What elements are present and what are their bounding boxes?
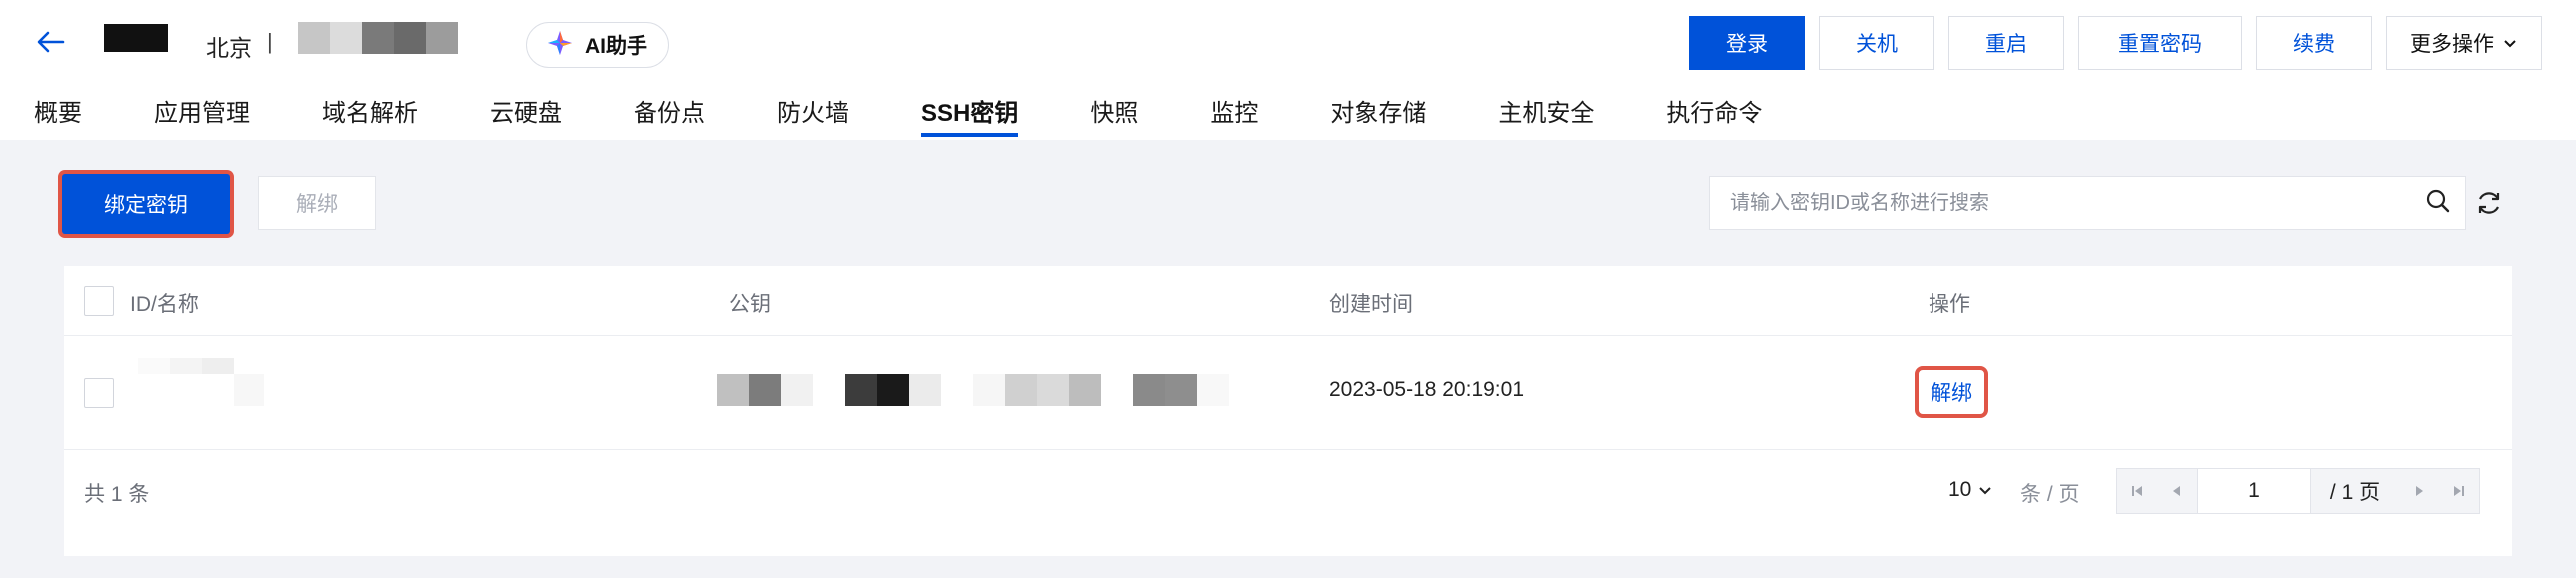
redacted-instance-name <box>104 24 168 52</box>
prev-page-icon[interactable] <box>2157 469 2197 513</box>
refresh-icon[interactable] <box>2474 188 2504 218</box>
search-icon[interactable] <box>2425 188 2451 219</box>
ssh-key-table: ID/名称 公钥 创建时间 操作 2023-05-18 20:19:01 解绑 … <box>64 266 2512 556</box>
tab-dns[interactable]: 域名解析 <box>322 96 418 140</box>
tab-host-security[interactable]: 主机安全 <box>1498 96 1594 140</box>
ai-assistant-label: AI助手 <box>585 35 647 58</box>
chevron-down-icon <box>1977 478 1993 502</box>
header: 北京 | AI助手 登录 关机 重启 重置密码 续费 更多操作 概要 应用管理 … <box>0 0 2576 140</box>
row-unbind-button[interactable]: 解绑 <box>1915 366 1988 418</box>
table-header: ID/名称 公钥 创建时间 操作 <box>64 266 2512 336</box>
search-input[interactable] <box>1730 191 2425 215</box>
column-operation: 操作 <box>1929 293 1970 316</box>
tab-run-command[interactable]: 执行命令 <box>1666 96 1762 140</box>
more-actions-label: 更多操作 <box>2410 33 2494 56</box>
tab-app-management[interactable]: 应用管理 <box>154 96 250 140</box>
next-page-icon[interactable] <box>2399 469 2439 513</box>
renew-button[interactable]: 续费 <box>2256 16 2372 70</box>
page-number-input[interactable] <box>2197 469 2311 513</box>
column-id-name: ID/名称 <box>130 293 199 316</box>
ai-logo-icon <box>545 28 575 63</box>
redacted-public-key <box>717 374 1237 406</box>
total-pages: / 1 页 <box>2311 469 2399 513</box>
search-box <box>1709 176 2466 230</box>
bind-key-button[interactable]: 绑定密钥 <box>62 174 230 234</box>
page-size-select[interactable]: 10 <box>1948 478 1993 502</box>
page-size-value: 10 <box>1948 478 1972 501</box>
chevron-down-icon <box>2502 31 2518 55</box>
column-public-key: 公钥 <box>729 293 771 316</box>
tab-ssh-keys[interactable]: SSH密钥 <box>921 96 1019 140</box>
column-created-at: 创建时间 <box>1329 293 1413 316</box>
last-page-icon[interactable] <box>2439 469 2479 513</box>
unbind-button-disabled[interactable]: 解绑 <box>258 176 376 230</box>
page-size-unit: 条 / 页 <box>2020 483 2080 506</box>
page: 北京 | AI助手 登录 关机 重启 重置密码 续费 更多操作 概要 应用管理 … <box>0 0 2576 578</box>
back-arrow-icon[interactable] <box>34 22 68 62</box>
reset-password-button[interactable]: 重置密码 <box>2078 16 2242 70</box>
shutdown-button[interactable]: 关机 <box>1819 16 1934 70</box>
first-page-icon[interactable] <box>2117 469 2157 513</box>
tab-backup[interactable]: 备份点 <box>634 96 705 140</box>
login-button[interactable]: 登录 <box>1689 16 1805 70</box>
table-row: 2023-05-18 20:19:01 <box>64 336 2512 450</box>
tab-snapshot[interactable]: 快照 <box>1090 96 1138 140</box>
region-label: 北京 <box>206 35 252 61</box>
more-actions-button[interactable]: 更多操作 <box>2386 16 2542 70</box>
restart-button[interactable]: 重启 <box>1948 16 2064 70</box>
tab-object-storage[interactable]: 对象存储 <box>1330 96 1426 140</box>
header-separator: | <box>267 29 273 54</box>
tab-monitoring[interactable]: 监控 <box>1210 96 1258 140</box>
redacted-instance-ip <box>298 22 458 54</box>
row-checkbox[interactable] <box>84 378 114 408</box>
header-actions: 登录 关机 重启 重置密码 续费 更多操作 <box>1689 16 2542 70</box>
ai-assistant-button[interactable]: AI助手 <box>526 22 669 68</box>
tab-bar: 概要 应用管理 域名解析 云硬盘 备份点 防火墙 SSH密钥 快照 监控 对象存… <box>34 96 1834 140</box>
total-count: 共 1 条 <box>84 483 150 506</box>
pagination: / 1 页 <box>2116 468 2480 514</box>
tab-firewall[interactable]: 防火墙 <box>777 96 849 140</box>
table-footer: 共 1 条 10 条 / 页 / 1 页 <box>64 450 2512 536</box>
select-all-checkbox[interactable] <box>84 286 114 316</box>
created-at-value: 2023-05-18 20:19:01 <box>1329 378 1524 401</box>
tab-cloud-disk[interactable]: 云硬盘 <box>490 96 562 140</box>
tab-overview[interactable]: 概要 <box>34 96 82 140</box>
redacted-key-id <box>138 358 338 418</box>
